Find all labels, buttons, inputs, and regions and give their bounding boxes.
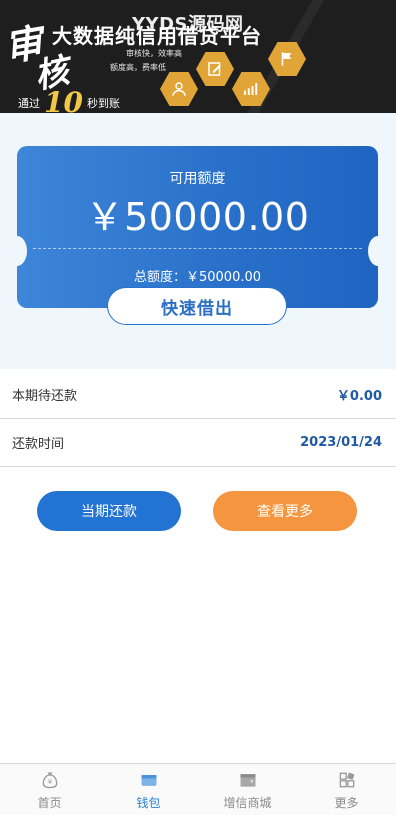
edit-icon	[196, 52, 234, 86]
available-credit-amount: ￥50000.00	[85, 195, 310, 239]
promo-number: 10	[44, 86, 83, 113]
promo-prefix: 通过	[18, 96, 40, 110]
bottom-tab-bar: ¥ 首页 钱包 增信商城 更多	[0, 763, 396, 815]
tab-home[interactable]: ¥ 首页	[0, 764, 99, 815]
due-amount-label: 本期待还款	[12, 389, 78, 404]
tab-home-label: 首页	[37, 796, 62, 810]
person-icon	[160, 72, 198, 106]
watermark-text: YYDS源码网	[132, 14, 244, 35]
wallet-icon	[141, 775, 156, 786]
ticket-divider	[33, 248, 362, 249]
total-credit: 总额度：￥50000.00	[133, 270, 262, 285]
tab-more-label: 更多	[334, 796, 359, 810]
tab-more[interactable]: 更多	[297, 764, 396, 815]
tab-wallet[interactable]: 钱包	[99, 764, 198, 815]
svg-text:¥: ¥	[47, 778, 51, 786]
credit-card-section: 可用额度 ￥50000.00 总额度：￥50000.00 快速借出	[0, 113, 396, 369]
tab-store[interactable]: 增信商城	[198, 764, 297, 815]
promo-suffix: 秒到账	[86, 96, 120, 110]
banner-tag-1: 审核快，效率高	[126, 49, 182, 58]
repayment-date-value: 2023/01/24	[300, 435, 382, 450]
repayment-date-label: 还款时间	[12, 437, 65, 452]
banner-tag-2: 额度高，费率低	[110, 63, 166, 72]
grid-icon	[339, 772, 354, 788]
tab-store-label: 增信商城	[223, 796, 272, 810]
quick-borrow-button[interactable]: 快速借出	[107, 287, 287, 325]
repayment-date-row: 还款时间 2023/01/24	[0, 419, 396, 467]
tab-wallet-label: 钱包	[136, 796, 161, 810]
due-amount-row: 本期待还款 ￥0.00	[0, 371, 396, 419]
action-buttons: 当期还款 查看更多	[0, 491, 396, 531]
banner-promo: 通过 10 秒到账	[18, 86, 120, 113]
repay-current-button[interactable]: 当期还款	[37, 491, 181, 531]
view-more-button[interactable]: 查看更多	[213, 491, 357, 531]
store-icon	[240, 774, 255, 787]
available-credit-label: 可用额度	[169, 171, 226, 187]
promo-banner[interactable]: 审 核 大数据纯信用借贷平台 YYDS源码网 审核快，效率高 额度高，费率低 通…	[0, 0, 396, 113]
credit-ticket: 可用额度 ￥50000.00 总额度：￥50000.00	[17, 146, 378, 308]
money-bag-icon: ¥	[42, 772, 57, 789]
due-amount-value: ￥0.00	[336, 389, 382, 404]
